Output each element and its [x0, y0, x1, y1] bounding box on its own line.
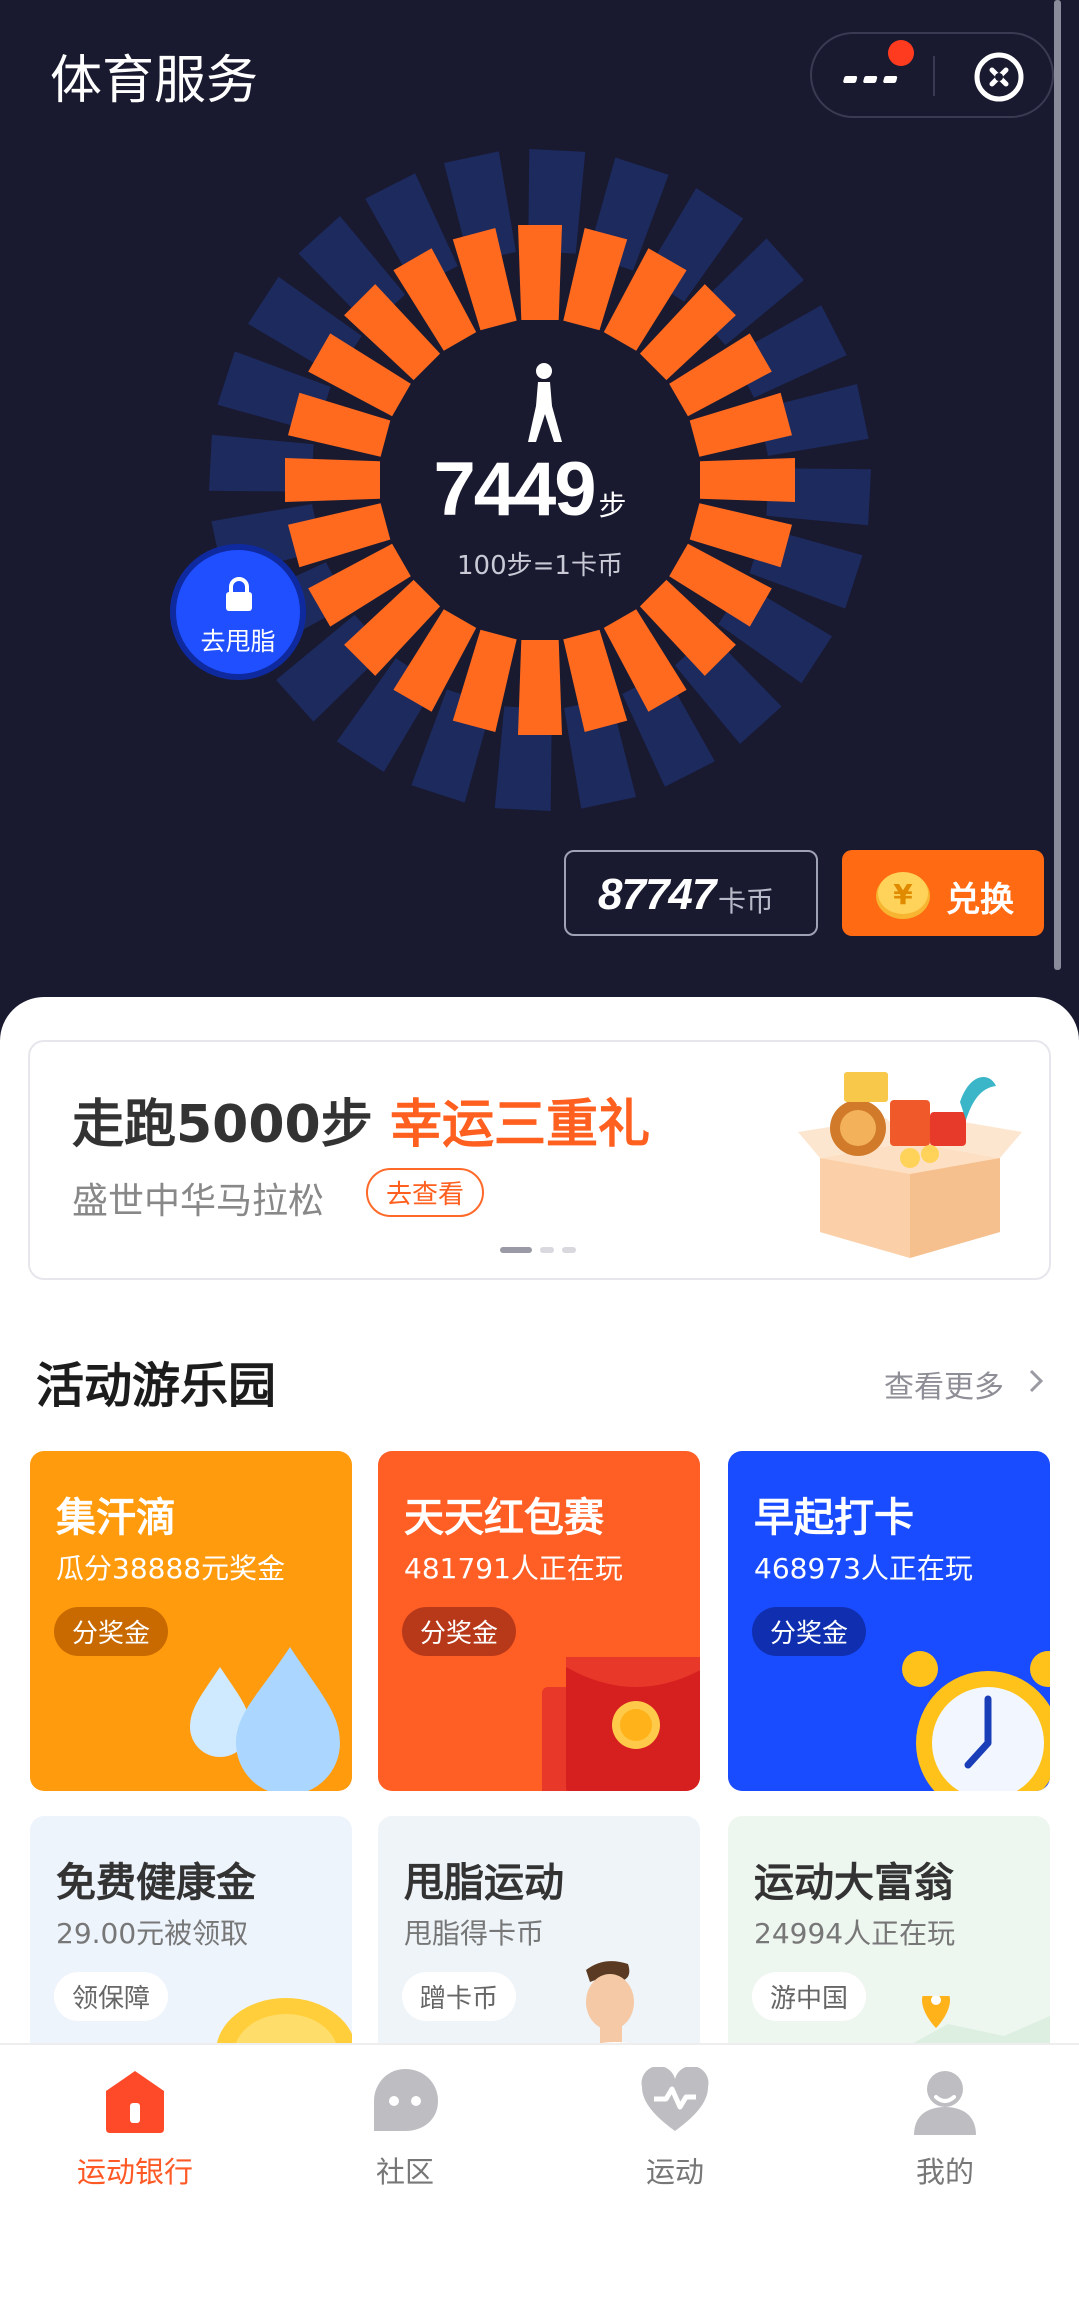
banner-pagination — [500, 1238, 584, 1257]
red-envelope-icon — [542, 1657, 700, 1791]
chevron-right-icon[interactable] — [1028, 1368, 1044, 1394]
card-subtitle: 481791人正在玩 — [404, 1552, 623, 1585]
coin-balance: 87747 卡币 — [564, 850, 818, 936]
exchange-label: 兑换 — [946, 880, 1014, 920]
card-title: 早起打卡 — [754, 1495, 914, 1541]
card-badge: 分奖金 — [54, 1607, 169, 1656]
card-subtitle: 29.00元被领取 — [56, 1917, 249, 1950]
hero-panel: 体育服务 7449 步 100步=1卡币 去甩脂 87747 卡币 ¥ 兑换 — [0, 0, 1079, 1040]
lock-fat-burn-button[interactable]: 去甩脂 — [170, 544, 306, 680]
card-subtitle: 468973人正在玩 — [754, 1552, 973, 1585]
scrollbar[interactable] — [1054, 0, 1061, 970]
card-badge: 蹭卡币 — [402, 1972, 517, 2021]
bottom-tab-bar: 运动银行 社区 运动 我的 — [0, 2043, 1079, 2201]
section-title: 活动游乐园 — [36, 1358, 277, 1414]
card-title: 集汗滴 — [56, 1495, 176, 1541]
svg-text:¥: ¥ — [893, 878, 913, 911]
mini-program-capsule — [810, 32, 1054, 118]
map-pin-icon — [908, 1996, 1050, 2046]
coin-balance-value: 87747 — [598, 870, 716, 919]
banner-title-highlight: 幸运三重礼 — [390, 1095, 651, 1155]
promo-banner[interactable]: 走跑5000步 幸运三重礼 盛世中华马拉松 去查看 — [28, 1040, 1051, 1280]
capsule-divider — [933, 56, 935, 96]
card-title: 甩脂运动 — [404, 1860, 564, 1906]
card-sweat-drops[interactable]: 集汗滴 瓜分38888元奖金 分奖金 — [30, 1451, 352, 1791]
card-title: 天天红包赛 — [404, 1495, 604, 1541]
card-daily-red-packet[interactable]: 天天红包赛 481791人正在玩 分奖金 — [378, 1451, 700, 1791]
bank-house-icon — [106, 2071, 164, 2133]
card-title: 运动大富翁 — [754, 1860, 954, 1906]
ring-progress-segment — [518, 225, 562, 320]
walking-person-icon — [528, 363, 562, 442]
card-title: 免费健康金 — [56, 1860, 256, 1906]
gift-box-icon — [798, 1072, 1022, 1258]
trainer-avatar-icon — [574, 1961, 664, 2052]
tab-label: 运动 — [645, 2155, 704, 2189]
lock-icon — [226, 577, 252, 611]
card-subtitle: 甩脂得卡币 — [404, 1917, 545, 1950]
close-icon[interactable] — [972, 50, 1026, 104]
tab-sports-bank[interactable]: 运动银行 — [0, 2045, 270, 2201]
card-early-checkin[interactable]: 早起打卡 468973人正在玩 分奖金 — [728, 1451, 1050, 1791]
card-badge: 游中国 — [752, 1972, 867, 2021]
tab-community[interactable]: 社区 — [270, 2045, 540, 2201]
banner-view-button[interactable]: 去查看 — [366, 1168, 485, 1217]
banner-subtitle: 盛世中华马拉松 — [72, 1181, 325, 1222]
tab-label: 运动银行 — [76, 2155, 193, 2189]
step-unit: 步 — [598, 489, 627, 522]
pagination-dot — [540, 1247, 554, 1253]
lock-button-label: 去甩脂 — [200, 627, 276, 656]
banner-title: 走跑5000步 — [72, 1095, 373, 1155]
coin-icon: ¥ — [876, 872, 930, 919]
ring-progress-segment — [700, 458, 795, 502]
chat-bubble-icon — [374, 2069, 438, 2131]
card-subtitle: 24994人正在玩 — [754, 1917, 956, 1950]
water-drop-icon — [190, 1647, 340, 1791]
tab-label: 我的 — [915, 2155, 974, 2189]
page-title: 体育服务 — [50, 51, 259, 111]
card-badge: 领保障 — [54, 1972, 169, 2021]
heart-pulse-icon — [641, 2067, 709, 2131]
card-badge: 分奖金 — [752, 1607, 867, 1656]
see-more-link[interactable]: 查看更多 — [884, 1362, 1004, 1406]
tab-mine[interactable]: 我的 — [810, 2045, 1079, 2201]
tab-label: 社区 — [375, 2155, 434, 2189]
notification-dot — [888, 40, 914, 66]
alarm-clock-icon — [902, 1651, 1050, 1791]
person-icon — [914, 2071, 976, 2135]
card-subtitle: 瓜分38888元奖金 — [56, 1552, 286, 1585]
exchange-button[interactable]: ¥ 兑换 — [842, 850, 1044, 936]
step-count: 7449 步 — [400, 446, 660, 533]
card-badge: 分奖金 — [402, 1607, 517, 1656]
step-value: 7449 — [433, 447, 596, 532]
pagination-dot — [500, 1247, 532, 1253]
step-rate: 100步=1卡币 — [457, 551, 623, 581]
ring-progress-segment — [518, 640, 562, 735]
pagination-dot — [562, 1247, 576, 1253]
tab-sports[interactable]: 运动 — [540, 2045, 810, 2201]
coin-balance-unit: 卡币 — [718, 885, 775, 918]
ring-progress-segment — [285, 458, 380, 502]
